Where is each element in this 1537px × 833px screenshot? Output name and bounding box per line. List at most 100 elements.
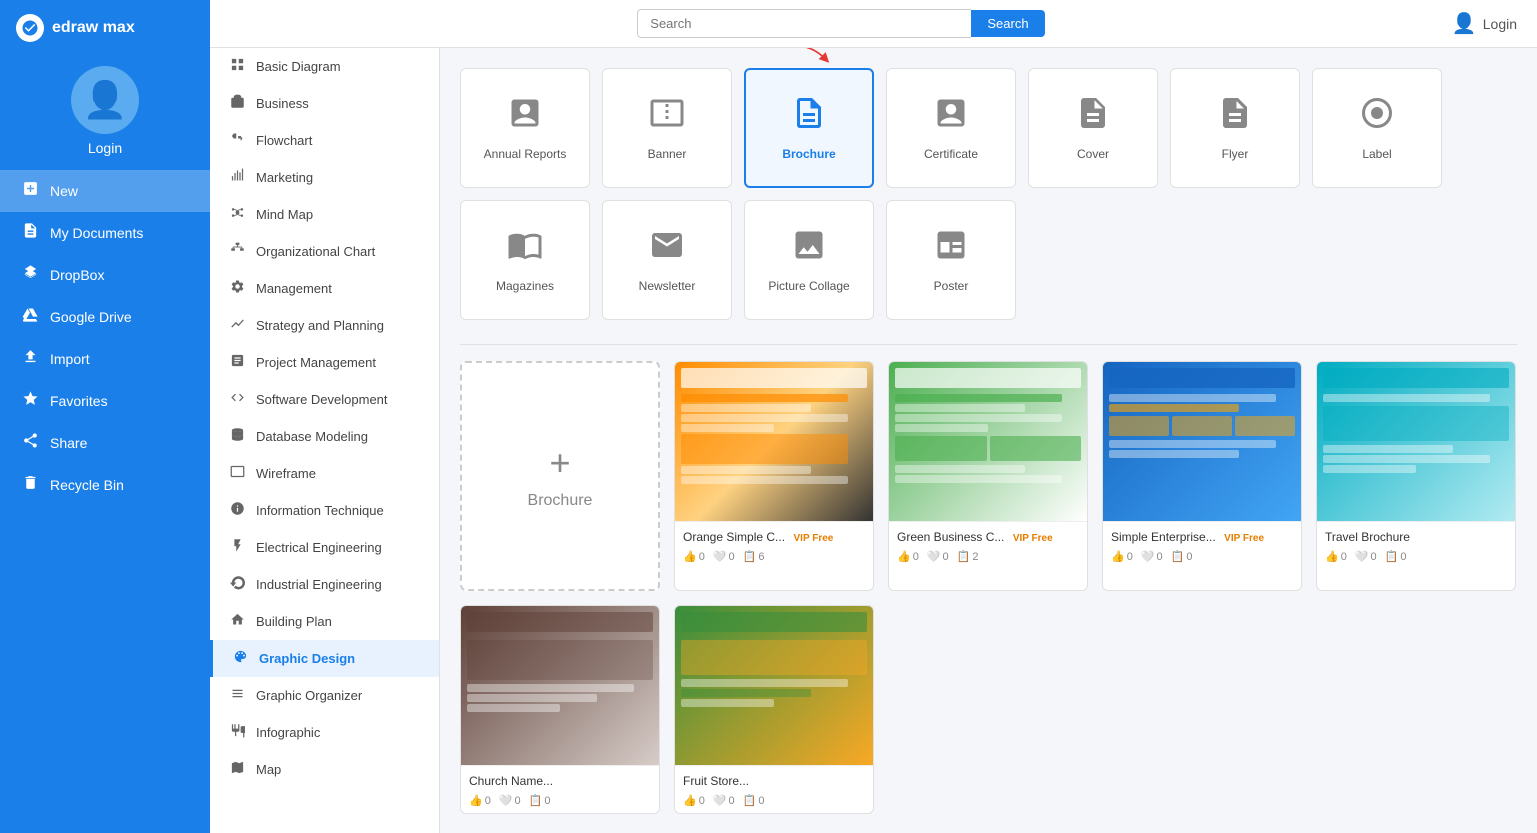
sec-nav-building-plan[interactable]: Building Plan [210, 603, 439, 640]
sec-nav-graphic-organizer[interactable]: Graphic Organizer [210, 677, 439, 714]
category-newsletter[interactable]: Newsletter [602, 200, 732, 320]
import-icon [20, 348, 40, 370]
category-magazines[interactable]: Magazines [460, 200, 590, 320]
heart-stat: 🤍 0 [927, 550, 949, 563]
category-certificate[interactable]: Certificate [886, 68, 1016, 188]
sidebar-item-dropbox[interactable]: DropBox [0, 254, 210, 296]
new-template-button[interactable]: + Brochure [460, 361, 660, 591]
sidebar-item-share[interactable]: Share [0, 422, 210, 464]
sec-nav-mind-map[interactable]: Mind Map [210, 196, 439, 233]
sec-nav-marketing[interactable]: Marketing [210, 159, 439, 196]
infographic-icon [228, 723, 246, 742]
category-picture-collage[interactable]: Picture Collage [744, 200, 874, 320]
banner-icon [649, 95, 685, 139]
sec-nav-project-management[interactable]: Project Management [210, 344, 439, 381]
flowchart-icon [228, 131, 246, 150]
sec-nav-business[interactable]: Business [210, 85, 439, 122]
copy-stat: 📋 0 [743, 794, 765, 807]
template-church[interactable]: Church Name... 👍 0 🤍 0 📋 0 [460, 605, 660, 814]
sec-nav-label: Organizational Chart [256, 244, 375, 259]
category-label[interactable]: Label [1312, 68, 1442, 188]
map-icon [228, 760, 246, 779]
category-flyer[interactable]: Flyer [1170, 68, 1300, 188]
sec-nav-info-tech[interactable]: Information Technique [210, 492, 439, 529]
template-title: Simple Enterprise... [1111, 530, 1216, 544]
template-title: Green Business C... [897, 530, 1004, 544]
sidebar-item-my-documents[interactable]: My Documents [0, 212, 210, 254]
secondary-sidebar: Basic Diagram Business Flowchart Marketi… [210, 48, 440, 833]
category-cover[interactable]: Cover [1028, 68, 1158, 188]
like-stat: 👍 0 [683, 550, 705, 563]
topbar-login-label[interactable]: Login [1483, 16, 1517, 32]
heart-stat: 🤍 0 [1141, 550, 1163, 563]
sec-nav-infographic[interactable]: Infographic [210, 714, 439, 751]
recycle-bin-icon [20, 474, 40, 496]
sec-nav-label: Information Technique [256, 503, 384, 518]
sidebar-item-google-drive[interactable]: Google Drive [0, 296, 210, 338]
sec-nav-database[interactable]: Database Modeling [210, 418, 439, 455]
sec-nav-wireframe[interactable]: Wireframe [210, 455, 439, 492]
sec-nav-label: Management [256, 281, 332, 296]
share-icon [20, 432, 40, 454]
template-travel[interactable]: Travel Brochure 👍 0 🤍 0 📋 0 [1316, 361, 1516, 591]
sidebar-item-label: Google Drive [50, 309, 132, 325]
sec-nav-industrial[interactable]: Industrial Engineering [210, 566, 439, 603]
sidebar-item-import[interactable]: Import [0, 338, 210, 380]
search-input[interactable] [637, 9, 971, 38]
category-brochure[interactable]: Brochure [744, 68, 874, 188]
sec-nav-graphic-design[interactable]: Graphic Design [210, 640, 439, 677]
template-orange-simple[interactable]: Orange Simple C... VIP Free 👍 0 🤍 0 📋 6 [674, 361, 874, 591]
logo-icon [16, 14, 44, 42]
template-food-img [675, 606, 873, 766]
search-button[interactable]: Search [971, 10, 1044, 37]
sec-nav-label: Electrical Engineering [256, 540, 382, 555]
category-banner[interactable]: Banner [602, 68, 732, 188]
sec-nav-map[interactable]: Map [210, 751, 439, 788]
sidebar-item-favorites[interactable]: Favorites [0, 380, 210, 422]
login-label[interactable]: Login [88, 140, 122, 156]
sec-nav-label: Wireframe [256, 466, 316, 481]
brochure-arrow [784, 48, 834, 76]
copy-stat: 📋 6 [743, 550, 765, 563]
copy-stat: 📋 0 [529, 794, 551, 807]
industrial-icon [228, 575, 246, 594]
app-logo: edraw max [0, 0, 210, 56]
sec-nav-management[interactable]: Management [210, 270, 439, 307]
sec-nav-label: Strategy and Planning [256, 318, 384, 333]
sec-nav-flowchart[interactable]: Flowchart [210, 122, 439, 159]
copy-stat: 📋 0 [1171, 550, 1193, 563]
template-food[interactable]: Fruit Store... 👍 0 🤍 0 📋 0 [674, 605, 874, 814]
sec-nav-basic-diagram[interactable]: Basic Diagram [210, 48, 439, 85]
sidebar-item-recycle-bin[interactable]: Recycle Bin [0, 464, 210, 506]
sec-nav-electrical[interactable]: Electrical Engineering [210, 529, 439, 566]
picture-collage-icon [791, 227, 827, 271]
sec-nav-organizational-chart[interactable]: Organizational Chart [210, 233, 439, 270]
sec-nav-label: Mind Map [256, 207, 313, 222]
template-simple-enterprise[interactable]: Simple Enterprise... VIP Free 👍 0 🤍 0 📋 … [1102, 361, 1302, 591]
heart-stat: 🤍 0 [713, 794, 735, 807]
copy-stat: 📋 0 [1385, 550, 1407, 563]
sec-nav-label: Graphic Design [259, 651, 355, 666]
sec-nav-software-dev[interactable]: Software Development [210, 381, 439, 418]
template-church-img [461, 606, 659, 766]
copy-stat: 📋 2 [957, 550, 979, 563]
basic-diagram-icon [228, 57, 246, 76]
management-icon [228, 279, 246, 298]
heart-stat: 🤍 0 [1355, 550, 1377, 563]
graphic-design-icon [231, 649, 249, 668]
template-green-business[interactable]: Green Business C... VIP Free 👍 0 🤍 0 📋 2 [888, 361, 1088, 591]
sec-nav-strategy[interactable]: Strategy and Planning [210, 307, 439, 344]
category-annual-reports[interactable]: Annual Reports [460, 68, 590, 188]
like-stat: 👍 0 [469, 794, 491, 807]
new-template-label: Brochure [528, 492, 593, 510]
sec-nav-label: Map [256, 762, 281, 777]
info-tech-icon [228, 501, 246, 520]
sidebar-nav: New My Documents DropBox Google Drive Im… [0, 170, 210, 506]
sidebar-item-new[interactable]: New [0, 170, 210, 212]
template-green-business-img [889, 362, 1087, 522]
template-orange-simple-img [675, 362, 873, 522]
category-poster[interactable]: Poster [886, 200, 1016, 320]
cover-icon [1075, 95, 1111, 139]
template-badge: VIP Free [1224, 533, 1264, 544]
category-newsletter-label: Newsletter [639, 279, 696, 293]
